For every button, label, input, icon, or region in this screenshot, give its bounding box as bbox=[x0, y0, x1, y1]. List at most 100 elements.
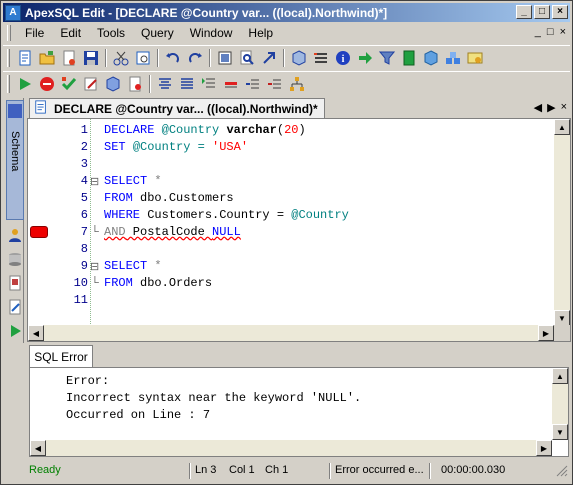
scroll-up-button[interactable]: ▲ bbox=[552, 368, 568, 384]
indent-icon[interactable] bbox=[242, 73, 264, 95]
menu-tools[interactable]: Tools bbox=[89, 26, 133, 40]
error-vertical-scrollbar[interactable]: ▲ ▼ bbox=[552, 368, 568, 440]
redo-icon[interactable] bbox=[184, 47, 206, 69]
line-number: 9 bbox=[80, 259, 88, 273]
tab-close-button[interactable]: × bbox=[561, 101, 567, 114]
uncomment-icon[interactable] bbox=[220, 73, 242, 95]
connect-icon[interactable] bbox=[102, 73, 124, 95]
toolbar-separator bbox=[157, 48, 159, 67]
open-folder-icon[interactable] bbox=[36, 47, 58, 69]
menu-file[interactable]: File bbox=[17, 26, 52, 40]
editor-vertical-scrollbar[interactable]: ▲ ▼ bbox=[554, 119, 570, 326]
blocks-icon[interactable] bbox=[442, 47, 464, 69]
comment-icon[interactable] bbox=[198, 73, 220, 95]
status-ready: Ready bbox=[29, 464, 61, 476]
user-icon[interactable] bbox=[6, 225, 24, 245]
find-icon[interactable] bbox=[236, 47, 258, 69]
scroll-left-button[interactable]: ◀ bbox=[30, 440, 46, 456]
mdi-controls: _ □ × bbox=[535, 26, 566, 38]
list-icon[interactable] bbox=[310, 47, 332, 69]
line-number: 10 bbox=[73, 276, 88, 290]
status-separator bbox=[189, 463, 191, 479]
scroll-down-button[interactable]: ▼ bbox=[552, 424, 568, 440]
minimize-button[interactable]: _ bbox=[516, 5, 532, 19]
align-center-icon[interactable] bbox=[154, 73, 176, 95]
paren: ) bbox=[298, 123, 306, 137]
cube-icon[interactable] bbox=[288, 47, 310, 69]
document-icon[interactable] bbox=[6, 273, 24, 293]
arrow-right-icon[interactable] bbox=[354, 47, 376, 69]
save-icon[interactable] bbox=[80, 47, 102, 69]
code-line: SELECT * bbox=[104, 174, 162, 188]
scroll-down-button[interactable]: ▼ bbox=[554, 310, 570, 326]
error-horizontal-scrollbar[interactable]: ◀ ▶ bbox=[30, 440, 552, 456]
type: varchar bbox=[226, 123, 277, 137]
menubar-grip bbox=[7, 25, 11, 41]
tab-prev-button[interactable]: ◀ bbox=[534, 101, 542, 114]
hierarchy-icon[interactable] bbox=[286, 73, 308, 95]
undo-icon[interactable] bbox=[162, 47, 184, 69]
align-justify-icon[interactable] bbox=[176, 73, 198, 95]
scroll-up-button[interactable]: ▲ bbox=[554, 119, 570, 135]
run-icon[interactable] bbox=[6, 321, 24, 341]
sql-editor[interactable]: 1 2 3 4 5 6 7 8 9 10 11 ⊟ └ ⊟ └ DECLARE … bbox=[27, 118, 571, 342]
breakpoint-gutter[interactable] bbox=[28, 119, 50, 326]
filter-icon[interactable] bbox=[376, 47, 398, 69]
editor-horizontal-scrollbar[interactable]: ◀ ▶ bbox=[28, 325, 554, 341]
line-number: 4 bbox=[80, 174, 88, 188]
new-query-icon[interactable] bbox=[14, 47, 36, 69]
code-area[interactable]: DECLARE @Country varchar(20) SET @Countr… bbox=[104, 119, 544, 326]
toolbar-separator bbox=[149, 74, 151, 93]
check-icon[interactable] bbox=[58, 73, 80, 95]
status-column: Col 1 bbox=[229, 464, 255, 476]
certificate-icon[interactable] bbox=[464, 47, 486, 69]
menu-window[interactable]: Window bbox=[182, 26, 241, 40]
format-icon[interactable] bbox=[214, 47, 236, 69]
preview-icon[interactable] bbox=[132, 47, 154, 69]
star: * bbox=[147, 174, 162, 188]
disconnect-icon[interactable] bbox=[124, 73, 146, 95]
code-line: WHERE Customers.Country = @Country bbox=[104, 208, 349, 222]
size-grip[interactable] bbox=[554, 463, 568, 477]
cut-icon[interactable] bbox=[110, 47, 132, 69]
schema-tab[interactable]: Schema bbox=[6, 100, 24, 220]
menu-bar: File Edit Tools Query Window Help _ □ × bbox=[3, 23, 570, 43]
close-button[interactable]: × bbox=[552, 5, 568, 19]
tab-next-button[interactable]: ▶ bbox=[547, 101, 555, 114]
fold-end: └ bbox=[91, 277, 99, 289]
package-icon[interactable] bbox=[420, 47, 442, 69]
string-literal: 'USA' bbox=[212, 140, 249, 154]
fold-toggle[interactable]: ⊟ bbox=[90, 175, 99, 188]
stop-icon[interactable] bbox=[36, 73, 58, 95]
book-icon[interactable] bbox=[398, 47, 420, 69]
standard-toolbar: i bbox=[3, 45, 570, 69]
window-controls: _ □ × bbox=[516, 5, 568, 19]
execute-icon[interactable] bbox=[14, 73, 36, 95]
database-icon[interactable] bbox=[6, 249, 24, 269]
schema-icon bbox=[8, 104, 22, 118]
scroll-left-button[interactable]: ◀ bbox=[28, 325, 44, 341]
error-line: Occurred on Line : 7 bbox=[66, 408, 211, 422]
menu-help[interactable]: Help bbox=[240, 26, 281, 40]
menu-query[interactable]: Query bbox=[133, 26, 182, 40]
app-window: A ApexSQL Edit - [DECLARE @Country var..… bbox=[0, 0, 573, 485]
scroll-right-button[interactable]: ▶ bbox=[536, 440, 552, 456]
restore-button[interactable]: □ bbox=[534, 5, 550, 19]
edit-icon[interactable] bbox=[80, 73, 102, 95]
variable: @Country bbox=[291, 208, 349, 222]
paren: ( bbox=[276, 123, 285, 137]
fold-toggle[interactable]: ⊟ bbox=[90, 260, 99, 273]
open-file-icon[interactable] bbox=[58, 47, 80, 69]
goto-icon[interactable] bbox=[258, 47, 280, 69]
info-icon[interactable]: i bbox=[332, 47, 354, 69]
scroll-right-button[interactable]: ▶ bbox=[538, 325, 554, 341]
sql-error-tab[interactable]: SQL Error bbox=[29, 345, 93, 367]
mdi-minimize-button[interactable]: _ bbox=[535, 26, 541, 38]
edit-doc-icon[interactable] bbox=[6, 297, 24, 317]
menu-edit[interactable]: Edit bbox=[52, 26, 89, 40]
mdi-restore-button[interactable]: □ bbox=[547, 26, 554, 38]
outdent-icon[interactable] bbox=[264, 73, 286, 95]
document-tab[interactable]: DECLARE @Country var... ((local).Northwi… bbox=[29, 98, 325, 118]
mdi-close-button[interactable]: × bbox=[560, 26, 566, 38]
side-panel: Schema bbox=[4, 98, 24, 343]
